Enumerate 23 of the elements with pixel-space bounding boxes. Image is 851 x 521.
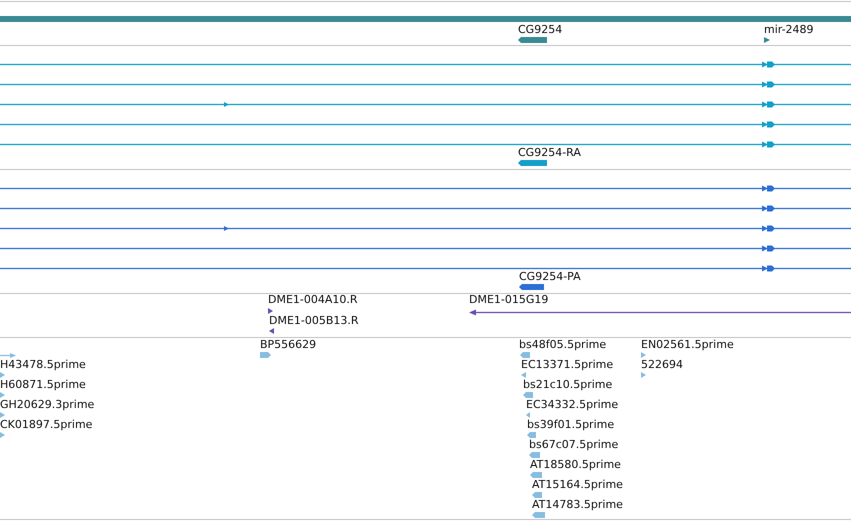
feature-label: bs39f01.5prime <box>527 418 614 432</box>
feature-label: 522694 <box>641 358 683 372</box>
feature-label: EN02561.5prime <box>641 338 734 352</box>
feature-label: H60871.5prime <box>0 378 86 392</box>
feature-label: bs21c10.5prime <box>523 378 612 392</box>
feature-label: bs48f05.5prime <box>519 338 606 352</box>
feature-label: H43478.5prime <box>0 358 86 372</box>
feature-label: EC34332.5prime <box>526 398 618 412</box>
feature-label: DME1-005B13.R <box>269 314 359 328</box>
feature-label: AT14783.5prime <box>532 498 623 512</box>
feature-label: BP556629 <box>260 338 316 352</box>
feature-label: AT15164.5prime <box>532 478 623 492</box>
feature-label: CK01897.5prime <box>0 418 92 432</box>
feature-label: DME1-015G19 <box>469 293 548 307</box>
feature-label: CG9254-RA <box>518 146 581 160</box>
feature-label: EC13371.5prime <box>521 358 614 372</box>
feature-label: CG9254 <box>518 23 562 37</box>
feature-label: DME1-004A10.R <box>268 293 358 307</box>
feature-label: CG9254-PA <box>519 270 581 284</box>
feature-label: bs67c07.5prime <box>529 438 618 452</box>
feature-label: mir-2489 <box>764 23 814 37</box>
feature-label: GH20629.3prime <box>0 398 94 412</box>
feature-label: AT18580.5prime <box>530 458 621 472</box>
